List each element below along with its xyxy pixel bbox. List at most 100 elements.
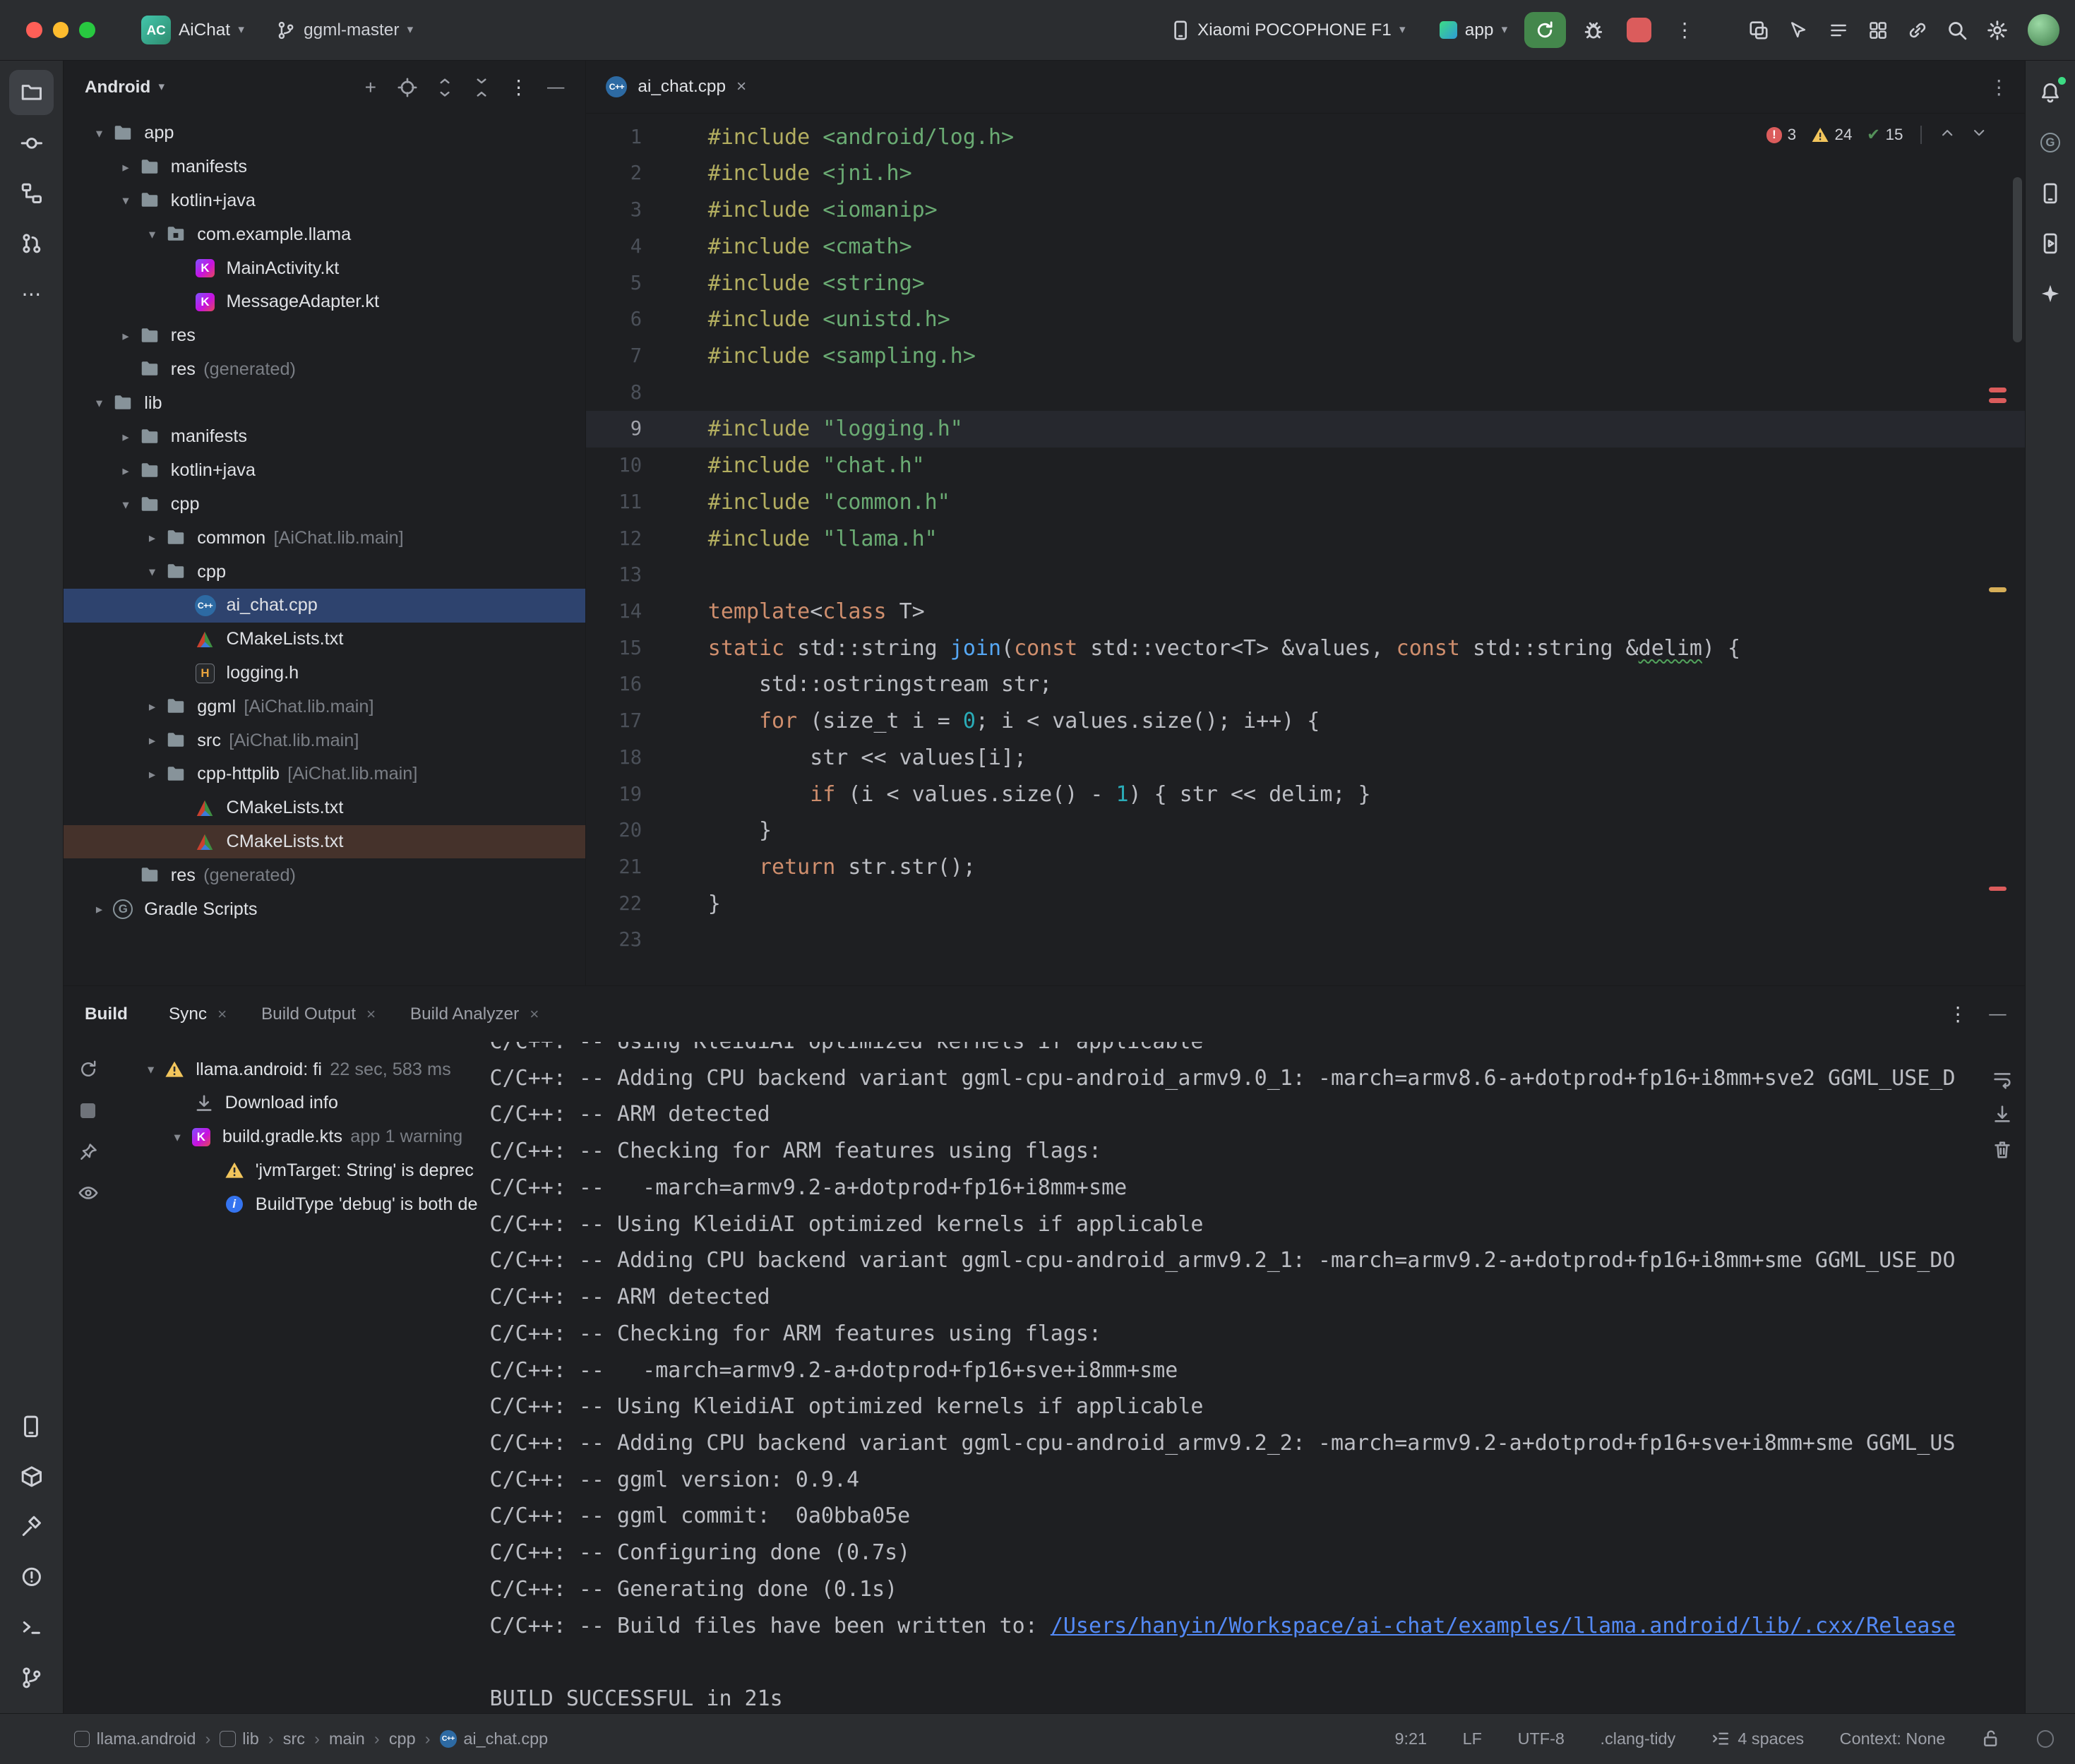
- line-number[interactable]: 1: [586, 119, 678, 156]
- vcs-widget[interactable]: ggml-master ▾: [267, 15, 423, 45]
- warning-stripe-mark[interactable]: [1989, 587, 2006, 592]
- packages-tool-button[interactable]: [9, 1454, 54, 1499]
- device-manager-button[interactable]: [2028, 171, 2073, 216]
- chevron-right-icon[interactable]: ▸: [140, 767, 165, 782]
- code-line[interactable]: 21 return str.str();: [586, 849, 2024, 886]
- caret-position[interactable]: 9:21: [1394, 1729, 1427, 1748]
- tree-item-kotlin-java[interactable]: ▾kotlin+java: [64, 184, 585, 218]
- zoom-window-button[interactable]: [79, 22, 95, 37]
- tree-item-cmakelists-txt[interactable]: CMakeLists.txt: [64, 791, 585, 825]
- code-line[interactable]: 22}: [586, 886, 2024, 923]
- breadcrumb-item-lib[interactable]: lib: [220, 1729, 258, 1748]
- code-line[interactable]: 13: [586, 557, 2024, 594]
- file-encoding[interactable]: UTF-8: [1518, 1729, 1565, 1748]
- breadcrumb-item-ai-chat-cpp[interactable]: C++ai_chat.cpp: [440, 1729, 549, 1748]
- tab-build-output[interactable]: Build Output×: [244, 986, 393, 1042]
- code-line[interactable]: 15static std::string join(const std::vec…: [586, 630, 2024, 667]
- collapse-all-button[interactable]: [465, 71, 498, 104]
- more-actions-button[interactable]: ⋮: [1665, 11, 1704, 48]
- line-separator[interactable]: LF: [1463, 1729, 1482, 1748]
- chevron-right-icon[interactable]: ▸: [140, 733, 165, 748]
- close-window-button[interactable]: [26, 22, 42, 37]
- code-line[interactable]: 9#include "logging.h": [586, 411, 2024, 448]
- line-number[interactable]: 7: [586, 338, 678, 375]
- code-line[interactable]: 10#include "chat.h": [586, 448, 2024, 484]
- running-devices-button[interactable]: [2028, 221, 2073, 266]
- line-number[interactable]: 5: [586, 265, 678, 302]
- code-line[interactable]: 14template<class T>: [586, 594, 2024, 630]
- lock-widget[interactable]: [1981, 1729, 2001, 1748]
- tree-item-common[interactable]: ▸common[AiChat.lib.main]: [64, 521, 585, 555]
- close-tab-icon[interactable]: ×: [530, 1005, 539, 1024]
- tree-item-ggml[interactable]: ▸ggml[AiChat.lib.main]: [64, 690, 585, 724]
- line-number[interactable]: 23: [586, 922, 678, 959]
- project-tool-button[interactable]: [9, 70, 54, 115]
- chevron-down-icon[interactable]: ▾: [114, 497, 138, 512]
- emulator-tool-button[interactable]: [9, 1404, 54, 1449]
- line-number[interactable]: 20: [586, 812, 678, 849]
- error-stripe-mark[interactable]: [1989, 388, 2006, 392]
- editor-tabs-options-button[interactable]: ⋮: [1989, 76, 2009, 99]
- rerun-button[interactable]: [1524, 12, 1565, 48]
- tree-item-cpp[interactable]: ▾cpp: [64, 555, 585, 589]
- clang-tidy-widget[interactable]: .clang-tidy: [1601, 1729, 1676, 1748]
- close-tab-icon[interactable]: ×: [366, 1005, 376, 1024]
- assistant-button[interactable]: [2028, 271, 2073, 316]
- logcat-button[interactable]: [1819, 11, 1858, 48]
- warning-count[interactable]: 24: [1811, 126, 1853, 144]
- chevron-down-icon[interactable]: ▾: [114, 193, 138, 208]
- code-line[interactable]: 5#include <string>: [586, 265, 2024, 302]
- line-number[interactable]: 15: [586, 630, 678, 667]
- tree-item-app[interactable]: ▾app: [64, 116, 585, 150]
- line-number[interactable]: 22: [586, 886, 678, 923]
- previous-problem-button[interactable]: [1939, 124, 1956, 145]
- tree-item-cpp[interactable]: ▾cpp: [64, 488, 585, 522]
- build-options-button[interactable]: ⋮: [1948, 1002, 1968, 1026]
- chevron-down-icon[interactable]: ▾: [139, 1062, 163, 1077]
- minimize-window-button[interactable]: [53, 22, 68, 37]
- breadcrumb-item-cpp[interactable]: cpp: [389, 1729, 416, 1748]
- line-number[interactable]: 13: [586, 557, 678, 594]
- more-tools-button[interactable]: ⋯: [9, 271, 54, 316]
- add-button[interactable]: +: [354, 71, 387, 104]
- line-number[interactable]: 17: [586, 703, 678, 740]
- code-line[interactable]: 4#include <cmath>: [586, 229, 2024, 265]
- stop-button[interactable]: [1627, 18, 1652, 43]
- resync-button[interactable]: [71, 1052, 105, 1087]
- line-number[interactable]: 6: [586, 301, 678, 338]
- editor-scrollbar[interactable]: [2013, 177, 2022, 342]
- close-tab-icon[interactable]: ×: [217, 1005, 227, 1024]
- code-line[interactable]: 2#include <jni.h>: [586, 155, 2024, 192]
- breadcrumb-item-main[interactable]: main: [329, 1729, 365, 1748]
- project-widget[interactable]: AC AiChat ▾: [132, 11, 253, 50]
- locate-file-button[interactable]: [391, 71, 424, 104]
- gradle-tool-button[interactable]: G: [2028, 121, 2073, 166]
- code-line[interactable]: 7#include <sampling.h>: [586, 338, 2024, 375]
- tree-item-build-gradle-kts[interactable]: ▾Kbuild.gradle.ktsapp 1 warning: [112, 1120, 492, 1154]
- terminal-tool-button[interactable]: [9, 1605, 54, 1650]
- line-number[interactable]: 16: [586, 666, 678, 703]
- problems-tool-button[interactable]: [9, 1555, 54, 1600]
- tree-item-jvmtarget-string-is-deprec[interactable]: 'jvmTarget: String' is deprec: [112, 1154, 492, 1188]
- tree-item-logging-h[interactable]: Hlogging.h: [64, 656, 585, 690]
- tree-item-gradle-scripts[interactable]: ▸GGradle Scripts: [64, 892, 585, 926]
- tree-item-cmakelists-txt[interactable]: CMakeLists.txt: [64, 623, 585, 656]
- indent-widget[interactable]: 4 spaces: [1711, 1729, 1804, 1748]
- soft-wrap-button[interactable]: [1992, 1069, 2013, 1095]
- code-line[interactable]: 11#include "common.h": [586, 484, 2024, 521]
- console-link[interactable]: /Users/hanyin/Workspace/ai-chat/examples…: [1051, 1614, 1956, 1638]
- line-number[interactable]: 12: [586, 521, 678, 558]
- error-stripe-mark[interactable]: [1989, 398, 2006, 403]
- chevron-right-icon[interactable]: ▸: [114, 463, 138, 479]
- code-line[interactable]: 19 if (i < values.size() - 1) { str << d…: [586, 776, 2024, 813]
- breadcrumb-item-src[interactable]: src: [283, 1729, 305, 1748]
- tree-item-res[interactable]: ▸res: [64, 319, 585, 353]
- tree-item-lib[interactable]: ▾lib: [64, 386, 585, 420]
- tree-item-com-example-llama[interactable]: ▾com.example.llama: [64, 217, 585, 251]
- expand-all-button[interactable]: [428, 71, 461, 104]
- notifications-button[interactable]: [2028, 70, 2073, 115]
- line-number[interactable]: 10: [586, 448, 678, 484]
- code-line[interactable]: 18 str << values[i];: [586, 740, 2024, 776]
- structure-tool-button[interactable]: [9, 171, 54, 216]
- chevron-right-icon[interactable]: ▸: [140, 530, 165, 546]
